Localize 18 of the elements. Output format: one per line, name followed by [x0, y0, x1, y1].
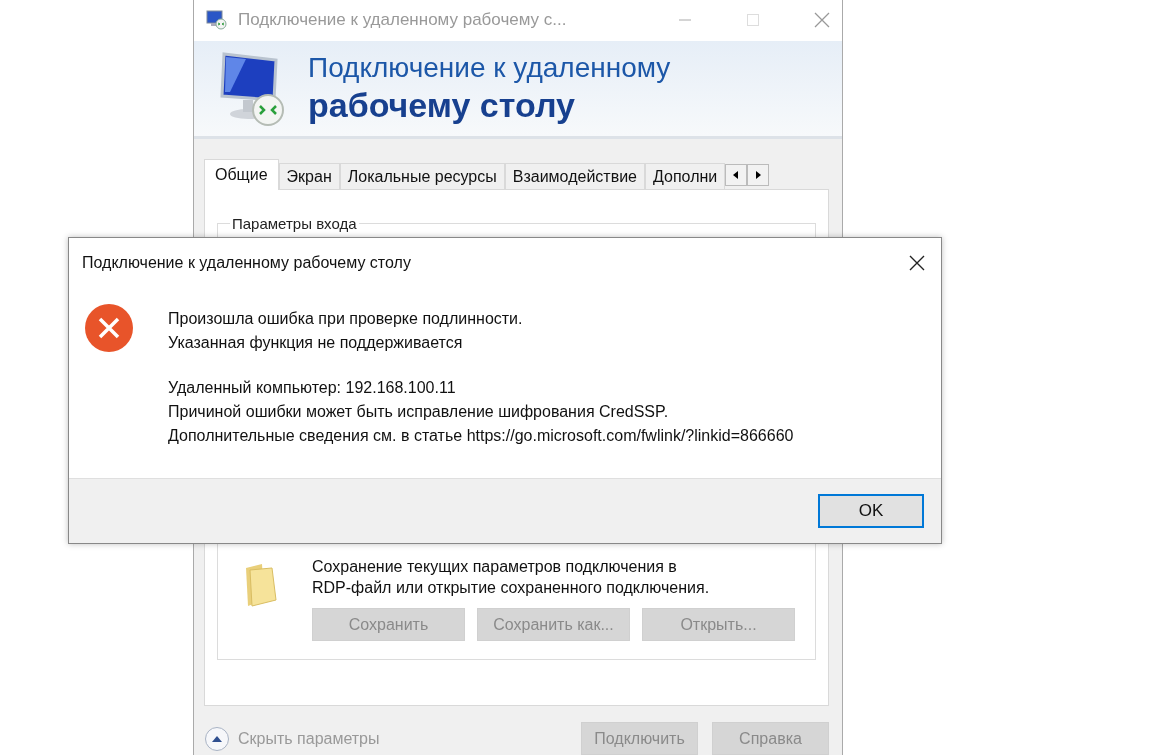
- tab[interactable]: Дополни: [645, 163, 726, 189]
- tab[interactable]: Экран: [278, 163, 340, 189]
- error-icon: [85, 304, 133, 352]
- error-details: Удаленный компьютер: 192.168.100.11 Причиной ошибки может быть исправление шифрования CredSSP. Дополнительные сведения см. в статье https://go.microsoft.com/fwlink/?linkid=866660: [168, 378, 794, 446]
- banner-title: Подключение к удаленному: [308, 51, 671, 84]
- error-message: Произошла ошибка при проверке подлинности. Указанная функция не поддерживается: [168, 309, 524, 353]
- description: Сохранение текущих параметров подключения в RDP-файл или открытие сохраненного подключения.: [312, 557, 711, 598]
- dialog-title: Подключение к удаленному рабочему столу: [82, 254, 411, 272]
- tab[interactable]: Общие: [204, 159, 279, 190]
- ok-button[interactable]: OK: [818, 494, 924, 528]
- close-icon[interactable]: [909, 255, 925, 271]
- tab[interactable]: Локальные ресурсы: [339, 163, 505, 189]
- banner-title: рабочему столу: [308, 85, 576, 125]
- window-title: Подключение к удаленному рабочему с...: [238, 10, 568, 31]
- tab[interactable]: Взаимодействие: [504, 163, 645, 189]
- scroll-left-icon[interactable]: [725, 164, 748, 186]
- monitor-icon: [206, 10, 228, 31]
- scroll-right-icon[interactable]: [747, 164, 770, 186]
